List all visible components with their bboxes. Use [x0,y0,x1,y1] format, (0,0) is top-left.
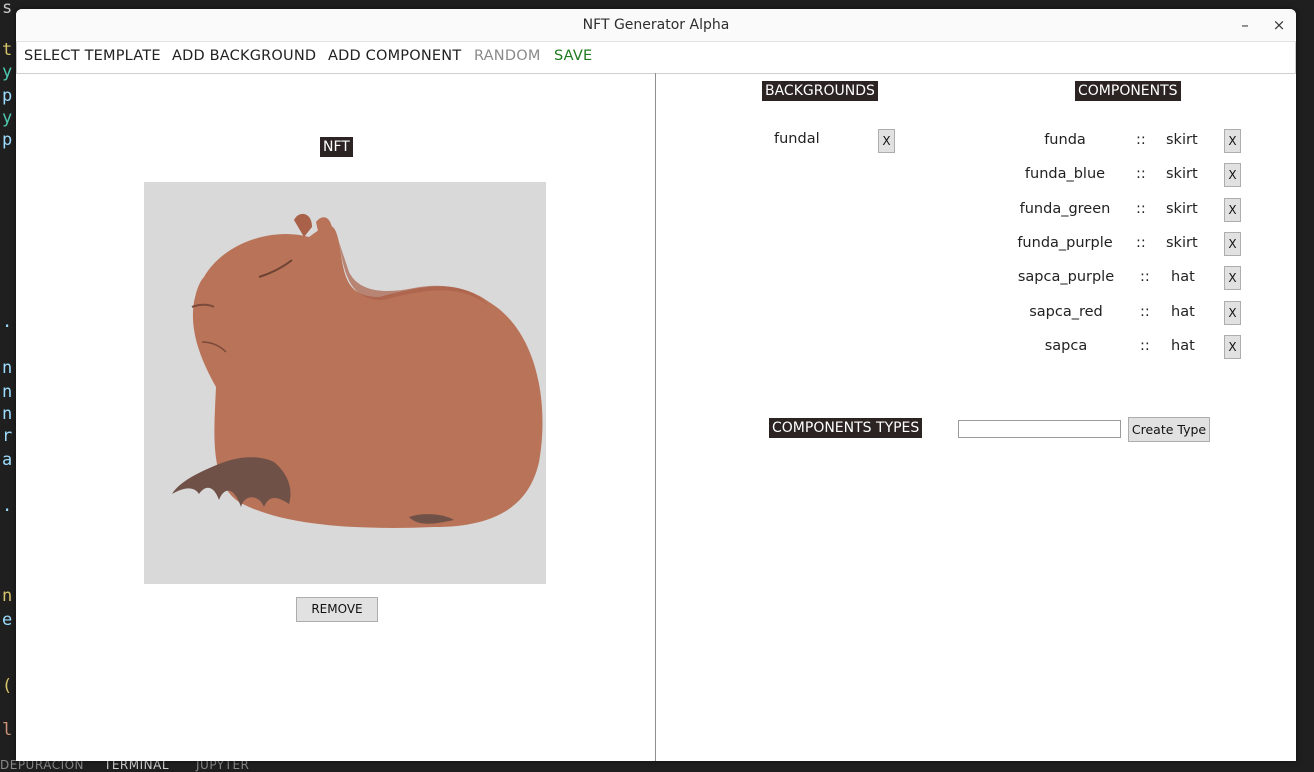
component-type-input[interactable] [958,420,1121,438]
component-name: funda_green [1019,201,1111,217]
capybara-illustration [172,213,543,528]
component-separator: :: [1136,201,1146,217]
minimize-button[interactable]: – [1233,13,1257,37]
editor-code-fragment: n [2,358,13,378]
editor-code-fragment: ( [2,676,13,696]
components-heading: COMPONENTS [1075,81,1181,101]
component-types-heading: COMPONENTS TYPES [769,418,923,438]
editor-code-fragment: . [2,496,13,516]
editor-code-fragment: r [2,426,13,446]
editor-code-fragment: t [2,40,13,60]
window-title: NFT Generator Alpha [582,17,730,33]
component-name: funda_blue [1024,166,1106,182]
nft-preview-image [144,182,546,584]
menu-select-template[interactable]: SELECT TEMPLATE [24,48,161,64]
editor-code-fragment: e [2,610,13,630]
component-separator: :: [1136,132,1146,148]
remove-background-button[interactable]: X [878,129,895,153]
remove-button[interactable]: REMOVE [296,597,378,622]
component-type: skirt [1166,235,1198,251]
menu-add-background[interactable]: ADD BACKGROUND [172,48,316,64]
editor-code-fragment: y [2,108,13,128]
create-type-button[interactable]: Create Type [1128,417,1210,442]
menu-bar: SELECT TEMPLATE ADD BACKGROUND ADD COMPO… [16,42,1296,74]
component-name: sapca_red [1029,304,1103,320]
remove-component-button[interactable]: X [1224,266,1241,290]
title-bar[interactable]: NFT Generator Alpha – × [16,9,1296,42]
component-type: skirt [1166,166,1198,182]
component-type: skirt [1166,132,1198,148]
component-type: hat [1171,338,1195,354]
component-type: skirt [1166,201,1198,217]
nft-generator-window: NFT Generator Alpha – × SELECT TEMPLATE … [16,9,1296,761]
component-separator: :: [1136,166,1146,182]
editor-code-fragment: y [2,62,13,82]
component-type: hat [1171,304,1195,320]
component-name: sapca_purple [1017,269,1115,285]
remove-component-button[interactable]: X [1224,163,1241,187]
component-separator: :: [1136,235,1146,251]
component-separator: :: [1140,338,1150,354]
remove-component-button[interactable]: X [1224,129,1241,153]
editor-code-fragment: l [2,720,13,740]
editor-code-fragment: . [2,312,13,332]
editor-code-fragment: s [2,0,13,18]
editor-code-fragment: n [2,586,13,606]
menu-random[interactable]: RANDOM [474,48,541,64]
pane-divider [655,73,656,761]
close-button[interactable]: × [1267,13,1291,37]
nft-label: NFT [320,137,353,157]
background-name: fundal [774,131,820,147]
component-name: funda_purple [1017,235,1113,251]
menu-save[interactable]: SAVE [554,48,592,64]
backgrounds-heading: BACKGROUNDS [762,81,878,101]
editor-code-fragment: p [2,86,13,106]
menu-add-component[interactable]: ADD COMPONENT [328,48,461,64]
remove-component-button[interactable]: X [1224,232,1241,256]
component-separator: :: [1140,304,1150,320]
component-type: hat [1171,269,1195,285]
remove-component-button[interactable]: X [1224,335,1241,359]
editor-code-fragment: a [2,450,13,470]
capybara-ear-left [294,213,312,237]
editor-code-fragment: n [2,404,13,424]
editor-code-fragment: n [2,382,13,402]
remove-component-button[interactable]: X [1224,198,1241,222]
editor-code-fragment: p [2,130,13,150]
component-separator: :: [1140,269,1150,285]
remove-component-button[interactable]: X [1224,301,1241,325]
component-name: funda [1044,132,1086,148]
component-name: sapca [1044,338,1088,354]
